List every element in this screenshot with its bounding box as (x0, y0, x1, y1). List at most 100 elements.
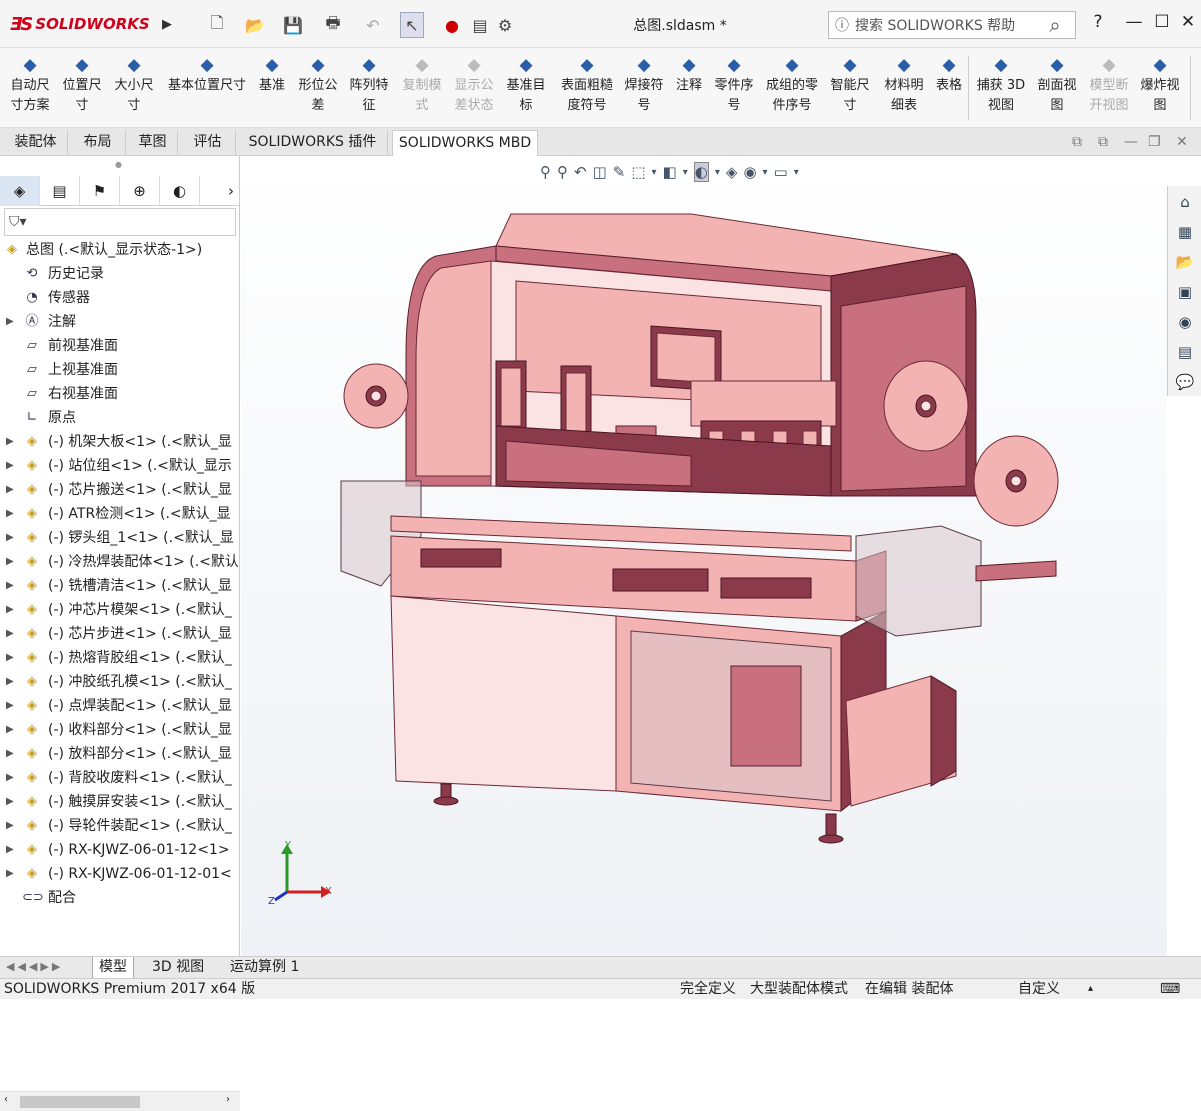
toolbar-button-20[interactable]: ◆ 模型断 开视图 (1087, 54, 1131, 116)
undo-icon[interactable]: ↶ (362, 12, 384, 38)
tree-root[interactable]: ◈ 总图 (.<默认_显示状态-1>) (0, 238, 238, 262)
section-view-icon[interactable]: ◫ (593, 163, 607, 181)
tree-item[interactable]: ◔ 传感器 (0, 286, 238, 310)
bottom-tab-1[interactable]: 3D 视图 (146, 957, 210, 979)
property-manager-icon[interactable]: ▤ (40, 176, 80, 206)
tree-item[interactable]: ▶ ◈ (-) 锣头组_1<1> (.<默认_显 (0, 526, 238, 550)
menu-expand-icon[interactable]: ▶ (160, 13, 174, 35)
panel-grip-icon[interactable]: ● (115, 160, 122, 169)
hide-show-items-icon[interactable]: ◐ (693, 162, 709, 182)
expand-arrow-icon[interactable]: ▶ (6, 646, 16, 670)
toolbar-button-9[interactable]: ◆ 基准目标 (504, 54, 548, 116)
toolbar-button-3[interactable]: ◆ 基本位置尺寸 (165, 54, 249, 96)
expand-arrow-icon[interactable]: ▶ (6, 766, 16, 790)
tree-item[interactable]: ▶ ◈ (-) 站位组<1> (.<默认_显示 (0, 454, 238, 478)
toolbar-button-10[interactable]: ◆ 表面粗糙 度符号 (558, 54, 616, 116)
file-explorer-icon[interactable]: 📂 (1170, 248, 1200, 276)
expand-arrow-icon[interactable]: ▶ (6, 478, 16, 502)
restore-doc-icon[interactable]: ❐ (1148, 134, 1161, 150)
expand-arrow-icon[interactable]: ▶ (6, 742, 16, 766)
help-search-input[interactable]: 搜索 SOLIDWORKS 帮助 (855, 15, 1015, 35)
expand-arrow-icon[interactable]: ▶ (6, 502, 16, 526)
edit-appearance-icon[interactable]: ◈ (726, 163, 738, 181)
tree-item[interactable]: ▶ Ⓐ 注解 (0, 310, 238, 334)
toolbar-button-12[interactable]: ◆ 注释 (673, 54, 705, 96)
tile-icon[interactable]: ⧉ (1098, 134, 1108, 150)
zoom-to-fit-icon[interactable]: ⚲ (540, 163, 551, 181)
tab-4[interactable]: SOLIDWORKS 插件 (238, 130, 388, 156)
expand-arrow-icon[interactable]: ▶ (6, 814, 16, 838)
tab-nav-arrows-icon[interactable]: ◀◀◀▶▶ (6, 960, 63, 973)
configuration-manager-icon[interactable]: ⚑ (80, 176, 120, 206)
toolbar-button-2[interactable]: ◆ 大小尺寸 (112, 54, 156, 116)
tab-0[interactable]: 装配体 (4, 130, 68, 156)
expand-arrow-icon[interactable]: ▶ (6, 526, 16, 550)
tree-item[interactable]: ▶ ◈ (-) RX-KJWZ-06-01-12-01< (0, 862, 238, 886)
tree-filter[interactable]: ⛉▾ (4, 208, 236, 236)
dropdown-arrow-icon[interactable]: ▾ (652, 167, 657, 178)
tree-item[interactable]: ▶ ◈ (-) 放料部分<1> (.<默认_显 (0, 742, 238, 766)
view-settings-icon[interactable]: ▭ (774, 163, 788, 181)
toolbar-button-7[interactable]: ◆ 复制模式 (400, 54, 444, 116)
tab-3[interactable]: 评估 (180, 130, 236, 156)
toolbar-button-14[interactable]: ◆ 成组的零 件序号 (764, 54, 820, 116)
custom-properties-icon[interactable]: ▤ (1170, 338, 1200, 366)
tree-item[interactable]: ▶ ◈ (-) 芯片搬送<1> (.<默认_显 (0, 478, 238, 502)
toolbar-button-18[interactable]: ◆ 捕获 3D 视图 (975, 54, 1027, 116)
expand-arrow-icon[interactable]: ▶ (6, 598, 16, 622)
dynamic-annotation-icon[interactable]: ✎ (613, 163, 626, 181)
tree-item[interactable]: ▱ 右视基准面 (0, 382, 238, 406)
toolbar-button-6[interactable]: ◆ 阵列特征 (347, 54, 391, 116)
design-library-icon[interactable]: ▦ (1170, 218, 1200, 246)
tree-item[interactable]: ▶ ◈ (-) 冷热焊装配体<1> (.<默认 (0, 550, 238, 574)
dimxpert-icon[interactable]: ⊕ (120, 176, 160, 206)
tree-item[interactable]: ▶ ◈ (-) 导轮件装配<1> (.<默认_ (0, 814, 238, 838)
view-palette-icon[interactable]: ▣ (1170, 278, 1200, 306)
toolbar-button-4[interactable]: ◆ 基准 (258, 54, 286, 96)
tree-item[interactable]: ▶ ◈ (-) RX-KJWZ-06-01-12<1> (0, 838, 238, 862)
help-search[interactable]: ⓘ 搜索 SOLIDWORKS 帮助 ⌕ (828, 11, 1076, 39)
dropdown-arrow-icon[interactable]: ▾ (794, 167, 799, 178)
expand-arrow-icon[interactable]: ▶ (6, 862, 16, 886)
expand-arrow-icon[interactable]: ▶ (6, 694, 16, 718)
select-icon[interactable]: ↖ (400, 12, 424, 38)
print-icon[interactable]: 🖶 (322, 12, 344, 38)
units-dropdown-icon[interactable]: ▴ (1088, 979, 1093, 999)
apply-scene-icon[interactable]: ◉ (743, 163, 756, 181)
tree-item[interactable]: ▱ 上视基准面 (0, 358, 238, 382)
maximize-button[interactable]: ☐ (1150, 12, 1174, 38)
filter-icon[interactable]: ⛉▾ (9, 214, 27, 230)
toolbar-button-0[interactable]: ◆ 自动尺 寸方案 (8, 54, 52, 116)
dropdown-arrow-icon[interactable]: ▾ (683, 167, 688, 178)
close-doc-icon[interactable]: ✕ (1176, 134, 1188, 150)
tree-item[interactable]: ▶ ◈ (-) 收料部分<1> (.<默认_显 (0, 718, 238, 742)
tree-item[interactable]: ⊂⊃ 配合 (0, 886, 238, 910)
file-properties-icon[interactable]: ▤ (470, 12, 490, 38)
expand-arrow-icon[interactable]: ▶ (6, 622, 16, 646)
assembly-model[interactable]: .f{fill:#f4b3b3;stroke:#6a2a35;stroke-wi… (241, 156, 1167, 956)
tree-item[interactable]: ▶ ◈ (-) 冲胶纸孔模<1> (.<默认_ (0, 670, 238, 694)
bottom-tab-2[interactable]: 运动算例 1 (224, 957, 305, 979)
bottom-tab-0[interactable]: 模型 (92, 957, 134, 979)
expand-arrow-icon[interactable]: ▶ (6, 430, 16, 454)
open-icon[interactable]: 📂 (244, 12, 266, 38)
tree-item[interactable]: ▶ ◈ (-) 触摸屏安装<1> (.<默认_ (0, 790, 238, 814)
toolbar-button-19[interactable]: ◆ 剖面视图 (1035, 54, 1079, 116)
appearances-icon[interactable]: ◉ (1170, 308, 1200, 336)
dropdown-arrow-icon[interactable]: ▾ (763, 167, 768, 178)
toolbar-button-17[interactable]: ◆ 表格 (934, 54, 964, 96)
help-button[interactable]: ? (1086, 12, 1110, 38)
toolbar-button-8[interactable]: ◆ 显示公 差状态 (452, 54, 496, 116)
graphics-area[interactable]: .f{fill:#f4b3b3;stroke:#6a2a35;stroke-wi… (241, 156, 1167, 956)
tree-item[interactable]: ▶ ◈ (-) 背胶收废料<1> (.<默认_ (0, 766, 238, 790)
tab-1[interactable]: 布局 (70, 130, 126, 156)
expand-arrow-icon[interactable]: ▶ (6, 838, 16, 862)
dropdown-arrow-icon[interactable]: ▾ (715, 167, 720, 178)
tree-item[interactable]: ▶ ◈ (-) 机架大板<1> (.<默认_显 (0, 430, 238, 454)
toolbar-button-5[interactable]: ◆ 形位公差 (296, 54, 340, 116)
new-icon[interactable]: 🗋 (206, 12, 228, 38)
tree-item[interactable]: ▶ ◈ (-) ATR检测<1> (.<默认_显 (0, 502, 238, 526)
status-units[interactable]: 自定义 (1018, 979, 1060, 999)
previous-view-icon[interactable]: ↶ (574, 163, 587, 181)
save-icon[interactable]: 💾 (282, 12, 304, 38)
